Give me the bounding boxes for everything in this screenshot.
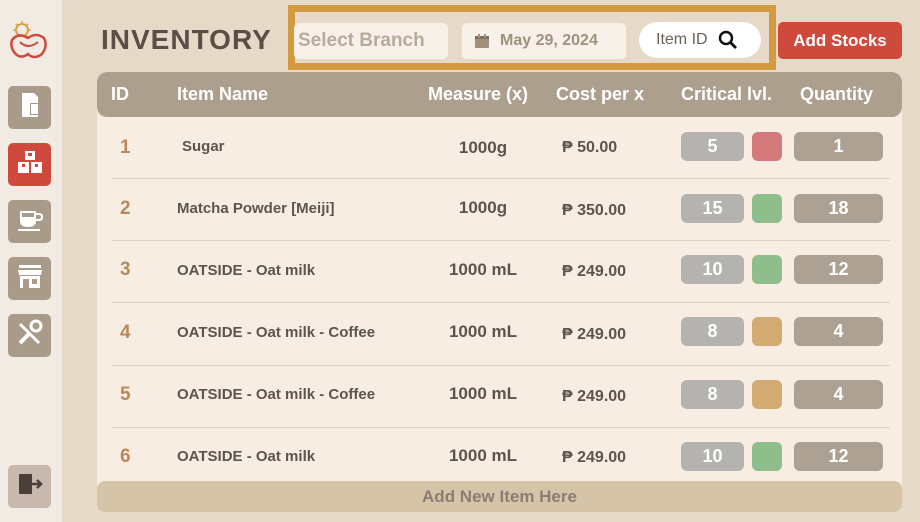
row-measure: 1000 mL (448, 322, 518, 341)
logo-icon (8, 20, 50, 60)
header-item-name: Item Name (177, 84, 269, 104)
row-id: 4 (120, 322, 131, 343)
add-stocks-button[interactable]: Add Stocks (778, 22, 902, 59)
table-row[interactable]: 2 Matcha Powder [Meiji] 1000g ₱ 350.00 1… (97, 179, 902, 241)
row-item-name: OATSIDE - Oat milk - Coffee (177, 386, 376, 403)
row-measure: 1000 mL (448, 384, 518, 403)
logout-icon (16, 470, 44, 503)
row-measure: 1000g (458, 198, 508, 217)
table-header: ID Item Name Measure (x) Cost per x Crit… (97, 72, 902, 117)
store-icon (16, 262, 44, 295)
row-measure: 1000 mL (448, 446, 518, 465)
table-row[interactable]: 3 OATSIDE - Oat milk 1000 mL ₱ 249.00 10… (97, 241, 902, 303)
header-measure: Measure (x) (428, 84, 529, 104)
row-cost: ₱ 249.00 (562, 449, 627, 466)
critical-level-badge: 8 (681, 380, 744, 409)
header-cost: Cost per x (556, 84, 645, 104)
sidebar (0, 0, 62, 522)
row-id: 1 (120, 137, 131, 158)
add-new-item-button[interactable]: Add New Item Here (97, 481, 902, 512)
date-value: May 29, 2024 (500, 32, 598, 49)
row-item-name: OATSIDE - Oat milk - Coffee (177, 324, 376, 341)
nav-menu[interactable] (8, 200, 51, 243)
calendar-icon (474, 33, 490, 49)
row-cost: ₱ 50.00 (562, 139, 618, 156)
item-id-label: Item ID (656, 31, 708, 48)
critical-level-badge: 8 (681, 317, 744, 346)
quantity-badge[interactable]: 1 (794, 132, 883, 161)
header-id: ID (111, 84, 129, 104)
table-row[interactable]: 5 OATSIDE - Oat milk - Coffee 1000 mL ₱ … (97, 366, 902, 428)
quantity-badge[interactable]: 4 (794, 317, 883, 346)
branch-select[interactable]: Select Branch (294, 23, 448, 59)
critical-level-badge: 15 (681, 194, 744, 223)
logout-button[interactable] (8, 465, 51, 508)
nav-settings[interactable] (8, 314, 51, 357)
row-measure: 1000g (458, 138, 508, 157)
row-cost: ₱ 249.00 (562, 263, 627, 280)
table-row[interactable]: 1 Sugar 1000g ₱ 50.00 5 1 (97, 117, 902, 179)
stock-status-indicator (752, 194, 782, 223)
row-cost: ₱ 350.00 (562, 202, 627, 219)
quantity-badge[interactable]: 4 (794, 380, 883, 409)
row-id: 5 (120, 384, 131, 405)
table-row[interactable]: 4 OATSIDE - Oat milk - Coffee 1000 mL ₱ … (97, 303, 902, 366)
coffee-cup-icon (16, 205, 44, 238)
nav-orders[interactable] (8, 86, 51, 129)
row-item-name: OATSIDE - Oat milk (177, 262, 316, 279)
row-item-name: Sugar (182, 138, 225, 155)
header-quantity: Quantity (800, 84, 874, 104)
header-critical: Critical lvl. (681, 84, 773, 104)
date-picker[interactable]: May 29, 2024 (462, 23, 626, 59)
boxes-icon (16, 148, 44, 181)
row-id: 6 (120, 446, 131, 467)
row-cost: ₱ 249.00 (562, 388, 627, 405)
tools-icon (16, 319, 44, 352)
stock-status-indicator (752, 442, 782, 471)
row-cost: ₱ 249.00 (562, 326, 627, 343)
stock-status-indicator (752, 380, 782, 409)
nav-branches[interactable] (8, 257, 51, 300)
row-item-name: Matcha Powder [Meiji] (177, 200, 335, 217)
row-id: 2 (120, 198, 131, 219)
quantity-badge[interactable]: 18 (794, 194, 883, 223)
row-item-name: OATSIDE - Oat milk (177, 448, 316, 465)
critical-level-badge: 5 (681, 132, 744, 161)
stock-status-indicator (752, 317, 782, 346)
quantity-badge[interactable]: 12 (794, 442, 883, 471)
stock-status-indicator (752, 132, 782, 161)
critical-level-badge: 10 (681, 255, 744, 284)
search-icon[interactable] (718, 30, 738, 50)
critical-level-badge: 10 (681, 442, 744, 471)
nav-inventory[interactable] (8, 143, 51, 186)
inventory-table: ID Item Name Measure (x) Cost per x Crit… (97, 72, 902, 512)
row-id: 3 (120, 259, 131, 280)
row-measure: 1000 mL (448, 260, 518, 279)
item-id-search[interactable]: Item ID (639, 22, 761, 58)
document-icon (16, 91, 44, 124)
page-title: INVENTORY (101, 24, 272, 55)
quantity-badge[interactable]: 12 (794, 255, 883, 284)
stock-status-indicator (752, 255, 782, 284)
